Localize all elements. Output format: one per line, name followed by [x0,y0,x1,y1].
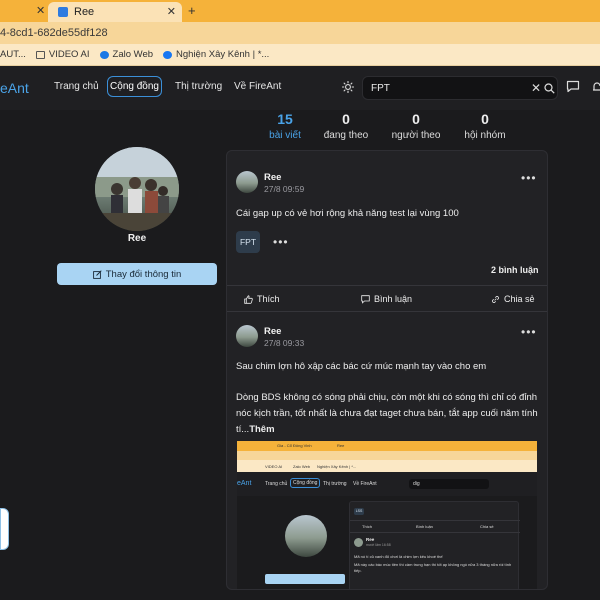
fireant-favicon-icon [58,7,68,17]
browser-tab-bar: ✕ Ree ✕ + [0,0,600,22]
share-icon [492,295,499,303]
theme-toggle-icon[interactable] [342,81,354,93]
bookmark-item[interactable]: Zalo Web [99,49,153,60]
avatar[interactable] [236,325,258,347]
tab-active[interactable]: Ree ✕ [48,2,182,22]
post-text: Cái gap up có vẻ hơi rộng khả năng test … [236,208,459,219]
bookmark-item[interactable]: VIDEO AI [35,49,90,60]
close-icon[interactable]: ✕ [36,4,45,17]
avatar[interactable] [236,171,258,193]
bookmark-item[interactable]: Nghiện Xây Kênh | *... [163,49,269,60]
edit-icon [92,269,102,279]
edit-profile-label: Thay đổi thông tin [105,268,182,280]
nav-home[interactable]: Trang chủ [54,81,99,92]
nav-about[interactable]: Về FireAnt [234,81,281,92]
read-more-link[interactable]: Thêm [249,424,274,435]
post-feed: Ree 27/8 09:59 ••• Cái gap up có vẻ hơi … [226,150,548,590]
side-widget-handle[interactable] [0,508,9,550]
post-image[interactable]: Gia - Cổ Đông Vinh Ree VIDEO AI Zalo Web… [237,441,537,589]
stat-groups[interactable]: 0 hội nhóm [450,111,520,141]
edit-profile-button[interactable]: Thay đổi thông tin [57,263,217,285]
search-icon[interactable] [544,83,555,94]
post-text-line: Sau chim lợn hô xập các bác cứ múc mạnh … [236,361,487,372]
stat-followers[interactable]: 0 người theo [381,111,451,141]
nav-market[interactable]: Thị trường [175,81,222,92]
messages-icon[interactable] [566,80,580,93]
post-time: 27/8 09:33 [264,338,305,348]
post-more-icon[interactable]: ••• [521,325,537,339]
close-icon[interactable]: ✕ [167,5,176,18]
stat-following[interactable]: 0 đang theo [311,111,381,141]
address-bar[interactable]: 4-8cd1-682de55df128 [0,22,600,44]
notifications-icon[interactable] [592,80,600,93]
profile-name: Ree [127,233,147,244]
comment-button[interactable]: Bình luận [361,294,412,304]
bookmark-item[interactable]: AUT... [0,49,26,60]
post-author[interactable]: Ree [264,326,281,337]
comment-count[interactable]: 2 bình luận [491,265,539,275]
post-time: 27/8 09:59 [264,184,305,194]
facebook-icon [163,50,173,59]
tab-title: Ree [74,6,95,18]
zalo-icon [99,50,109,59]
new-tab-icon[interactable]: + [188,3,196,18]
folder-icon [35,50,45,59]
share-button[interactable]: Chia sẻ [491,294,535,304]
search-value: FPT [371,83,390,94]
post-card: Ree 27/8 09:33 ••• Sau chim lợn hô xập c… [227,305,547,589]
url-text[interactable]: 4-8cd1-682de55df128 [0,27,108,39]
post-more-icon[interactable]: ••• [521,171,537,185]
search-input[interactable]: FPT ✕ [362,76,558,100]
avatar [95,147,179,231]
post-text-body: Dòng BDS không có sóng phải chịu, còn mộ… [236,392,538,435]
stock-tag[interactable]: FPT [236,231,260,253]
comment-icon [361,294,370,304]
stat-posts[interactable]: 15 bài viết [250,111,320,141]
bookmarks-bar: AUT... VIDEO AI Zalo Web Nghiện Xây Kênh… [0,44,600,66]
like-icon [244,294,253,304]
divider [227,285,547,286]
clear-search-icon[interactable]: ✕ [531,81,541,95]
nav-community[interactable]: Cộng đồng [107,76,162,97]
post-author[interactable]: Ree [264,172,281,183]
site-logo[interactable]: eAnt [0,80,29,96]
tag-more-icon[interactable]: ••• [273,235,289,249]
like-button[interactable]: Thích [244,294,280,304]
